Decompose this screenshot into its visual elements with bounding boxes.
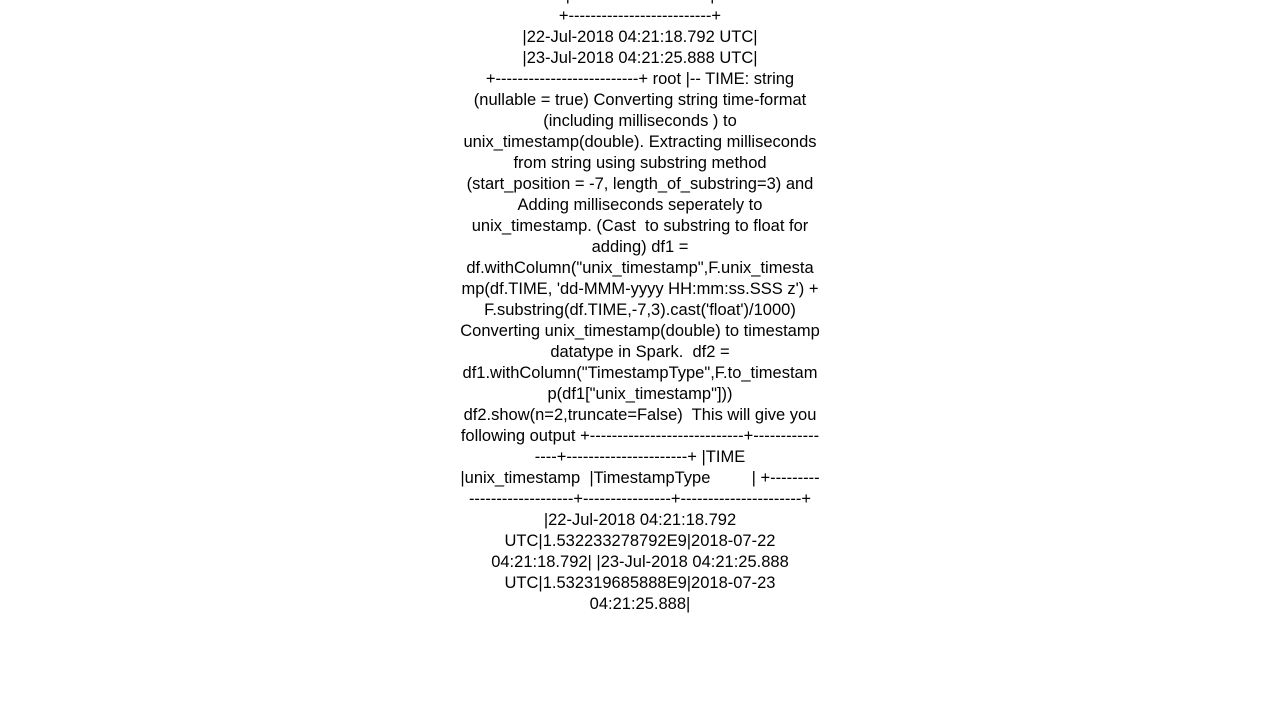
text-viewport: |TIME | +--------------------------+ |22…: [0, 0, 1280, 720]
answer-body-text: |TIME | +--------------------------+ |22…: [460, 0, 820, 613]
